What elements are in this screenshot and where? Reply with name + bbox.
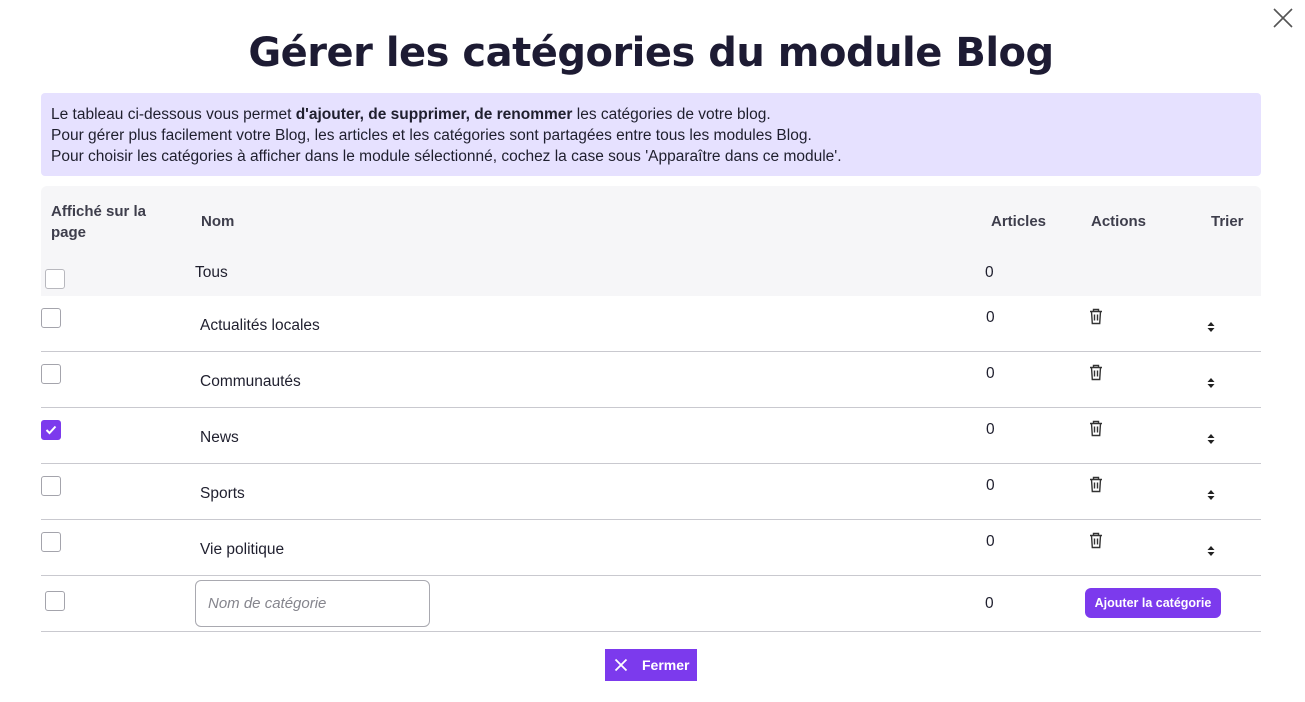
table-row-new: 0 Ajouter la catégorie xyxy=(41,576,1261,632)
row-name: Vie politique xyxy=(200,541,285,558)
close-button[interactable]: Fermer xyxy=(605,649,697,681)
header-displayed: Affiché sur la page xyxy=(51,203,147,241)
category-name-input[interactable] xyxy=(195,580,430,627)
dialog-title: Gérer les catégories du module Blog xyxy=(248,30,1054,76)
trash-icon[interactable] xyxy=(1089,476,1103,498)
info-line-2: Pour gérer plus facilement votre Blog, l… xyxy=(51,127,812,144)
row-articles: 0 xyxy=(986,421,995,438)
row-articles: 0 xyxy=(986,477,995,494)
info-line-1: Le tableau ci-dessous vous permet d'ajou… xyxy=(51,106,771,123)
header-sort: Trier xyxy=(1211,213,1244,230)
row-articles: 0 xyxy=(986,533,995,550)
checkbox-all[interactable] xyxy=(45,269,65,289)
row-name: News xyxy=(200,429,239,446)
trash-icon[interactable] xyxy=(1089,532,1103,554)
row-articles: 0 xyxy=(985,264,994,281)
table-row: Vie politique 0 xyxy=(41,520,1261,576)
row-articles: 0 xyxy=(986,309,995,326)
table-row: Sports 0 xyxy=(41,464,1261,520)
table-row-all: Tous 0 xyxy=(41,256,1261,296)
row-checkbox[interactable] xyxy=(41,476,61,496)
row-name: Tous xyxy=(195,264,228,281)
close-icon xyxy=(614,658,628,672)
row-articles: 0 xyxy=(985,595,994,612)
header-name: Nom xyxy=(201,213,235,230)
row-name: Communautés xyxy=(200,373,301,390)
sort-icon[interactable] xyxy=(1207,319,1215,337)
row-checkbox[interactable] xyxy=(41,420,61,440)
add-category-button[interactable]: Ajouter la catégorie xyxy=(1085,588,1221,618)
row-name: Actualités locales xyxy=(200,317,320,334)
header-actions: Actions xyxy=(1091,213,1147,230)
trash-icon[interactable] xyxy=(1089,420,1103,442)
sort-icon[interactable] xyxy=(1207,431,1215,449)
row-checkbox[interactable] xyxy=(41,364,61,384)
header-articles: Articles xyxy=(991,213,1047,230)
trash-icon[interactable] xyxy=(1089,308,1103,330)
sort-icon[interactable] xyxy=(1207,543,1215,561)
row-name: Sports xyxy=(200,485,245,502)
table-row: Communautés 0 xyxy=(41,352,1261,408)
info-box: Le tableau ci-dessous vous permet d'ajou… xyxy=(41,93,1261,176)
row-articles: 0 xyxy=(986,365,995,382)
trash-icon[interactable] xyxy=(1089,364,1103,386)
row-checkbox[interactable] xyxy=(41,532,61,552)
sort-icon[interactable] xyxy=(1207,375,1215,393)
sort-icon[interactable] xyxy=(1207,487,1215,505)
checkbox-new[interactable] xyxy=(45,591,65,611)
close-button-label: Fermer xyxy=(642,657,690,673)
table-header: Affiché sur la page Nom Articles Actions… xyxy=(41,186,1261,256)
table-row: Actualités locales 0 xyxy=(41,296,1261,352)
table-row: News 0 xyxy=(41,408,1261,464)
check-icon xyxy=(45,425,57,435)
categories-table: Affiché sur la page Nom Articles Actions… xyxy=(41,186,1261,632)
row-checkbox[interactable] xyxy=(41,308,61,328)
info-line-3: Pour choisir les catégories à afficher d… xyxy=(51,148,842,165)
close-icon[interactable] xyxy=(1268,4,1298,32)
